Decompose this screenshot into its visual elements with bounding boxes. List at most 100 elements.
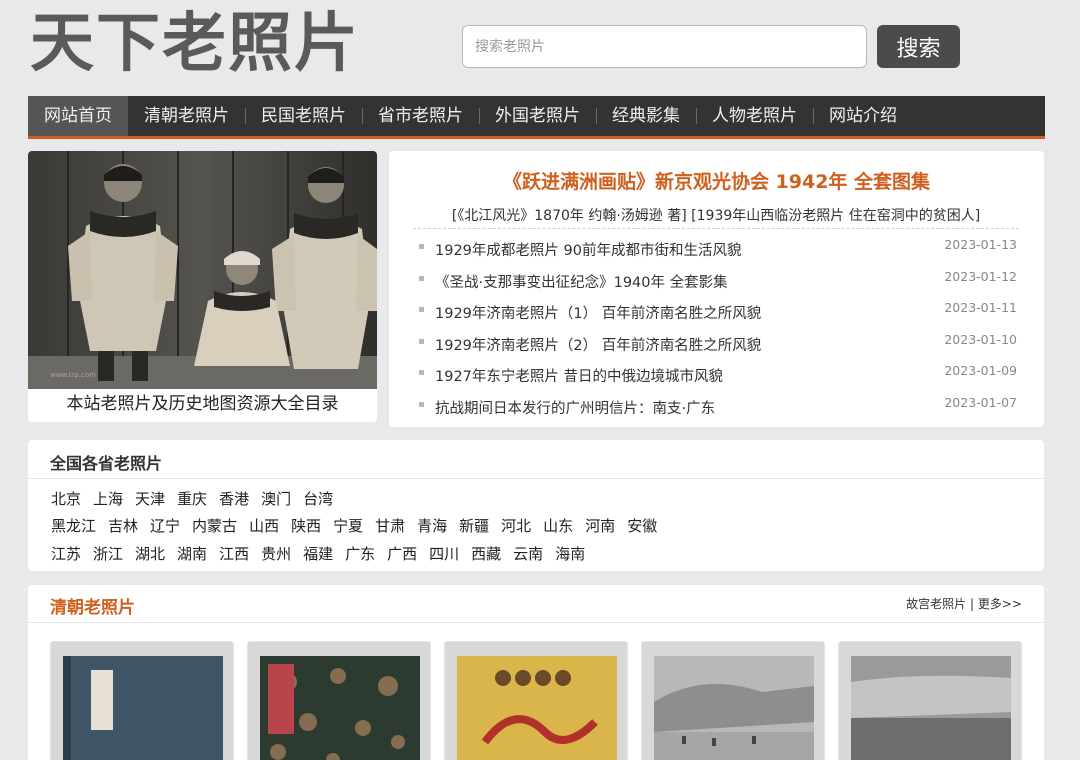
album-cover-image xyxy=(839,642,1021,760)
news-item-date: 2023-01-07 xyxy=(944,394,1017,410)
provinces-panel: 全国各省老照片 北京 上海 天津 重庆 香港 澳门 台湾 黑龙江 吉林 辽宁 内蒙古 山西 陕西 宁夏甘… xyxy=(28,440,1044,571)
news-item-title[interactable]: 1929年成都老照片 90前年成都市街和生活风貌 xyxy=(435,239,741,260)
province-link[interactable]: 海南 xyxy=(555,545,585,563)
album-thumbnail[interactable] xyxy=(838,641,1022,760)
news-item[interactable]: 1927年东宁老照片 昔日的中俄边境城市风貌 2023-01-09 xyxy=(419,361,1019,393)
province-link[interactable]: 山西 xyxy=(249,517,279,535)
province-link[interactable]: 宁夏 xyxy=(333,517,363,535)
province-link[interactable]: 浙江 xyxy=(93,545,123,563)
main-nav: 网站首页 清朝老照片 民国老照片 省市老照片 外国老照片 经典影集 人物老照片 … xyxy=(28,96,1045,139)
featured-photo-card[interactable]: www.lzp.com 本站老照片及历史地图资源大全目录 xyxy=(28,151,377,422)
province-link[interactable]: 福建 xyxy=(303,545,333,563)
news-item-date: 2023-01-13 xyxy=(944,237,1017,252)
news-item-date: 2023-01-10 xyxy=(944,331,1017,347)
bullet-icon xyxy=(419,370,424,376)
nav-item-province[interactable]: 省市老照片 xyxy=(362,96,479,136)
news-item[interactable]: 1929年济南老照片（1） 百年前济南名胜之所风貌 2023-01-11 xyxy=(419,298,1019,330)
news-subline[interactable]: [《北江风光》1870年 约翰·汤姆逊 著] [1939年山西临汾老照片 住在窑… xyxy=(413,205,1019,229)
province-link[interactable]: 广东 xyxy=(345,545,375,563)
nav-item-minguo[interactable]: 民国老照片 xyxy=(245,96,362,136)
province-link[interactable]: 湖北 xyxy=(135,545,165,563)
news-item-title[interactable]: 《圣战·支那事变出征纪念》1940年 全套影集 xyxy=(435,271,728,292)
news-list: 1929年成都老照片 90前年成都市街和生活风貌 2023-01-13 《圣战·… xyxy=(419,235,1019,425)
province-link[interactable]: 香港 xyxy=(219,490,249,508)
nav-item-albums[interactable]: 经典影集 xyxy=(596,96,696,136)
province-link[interactable]: 内蒙古 xyxy=(192,517,237,535)
province-link[interactable]: 北京 xyxy=(51,490,81,508)
bullet-icon xyxy=(419,275,424,281)
nav-item-home[interactable]: 网站首页 xyxy=(28,96,128,136)
province-link[interactable]: 黑龙江 xyxy=(51,517,96,535)
province-link[interactable]: 澳门 xyxy=(261,490,291,508)
bullet-icon xyxy=(419,307,424,313)
news-item-title[interactable]: 1927年东宁老照片 昔日的中俄边境城市风貌 xyxy=(435,365,723,386)
news-item-title[interactable]: 抗战期间日本发行的广州明信片：南支·广东 xyxy=(435,397,715,418)
divider xyxy=(28,622,1044,623)
album-thumbnail[interactable] xyxy=(444,641,628,760)
province-link[interactable]: 湖南 xyxy=(177,545,207,563)
search-input[interactable] xyxy=(462,25,867,68)
news-item[interactable]: 抗战期间日本发行的广州明信片：南支·广东 2023-01-07 xyxy=(419,393,1019,425)
bullet-icon xyxy=(419,401,424,407)
provinces-title: 全国各省老照片 xyxy=(50,454,163,473)
news-item[interactable]: 1929年成都老照片 90前年成都市街和生活风貌 2023-01-13 xyxy=(419,235,1019,267)
album-thumbnail[interactable] xyxy=(247,641,431,760)
album-cover-image xyxy=(51,642,233,760)
province-link[interactable]: 新疆 xyxy=(459,517,489,535)
news-item-date: 2023-01-11 xyxy=(944,300,1017,316)
province-row-3: 江苏 浙江 湖北 湖南 江西 贵州 福建 广东 广西 四川 西藏 云南 海南 xyxy=(51,543,597,564)
qing-section: 清朝老照片 故宫老照片 | 更多>> xyxy=(28,585,1044,760)
gugong-link[interactable]: 故宫老照片 xyxy=(906,597,966,611)
more-link[interactable]: 更多>> xyxy=(978,597,1022,611)
province-link[interactable]: 贵州 xyxy=(261,545,291,563)
bullet-icon xyxy=(419,338,424,344)
news-panel: 《跃进满洲画贴》新京观光协会 1942年 全套图集 [《北江风光》1870年 约… xyxy=(389,151,1044,427)
featured-caption[interactable]: 本站老照片及历史地图资源大全目录 xyxy=(28,389,377,419)
news-item-title[interactable]: 1929年济南老照片（2） 百年前济南名胜之所风貌 xyxy=(435,334,761,355)
province-link[interactable]: 河北 xyxy=(501,517,531,535)
news-item-date: 2023-01-12 xyxy=(944,268,1017,284)
qing-section-links: 故宫老照片 | 更多>> xyxy=(906,595,1022,612)
province-row-2: 黑龙江 吉林 辽宁 内蒙古 山西 陕西 宁夏 甘肃 青海 新疆 河北 山东 河南 安徽 xyxy=(51,515,669,536)
site-logo[interactable]: 天下老照片 xyxy=(30,6,360,82)
province-link[interactable]: 河南 xyxy=(585,517,615,535)
album-thumbnail[interactable] xyxy=(641,641,825,760)
album-cover-image xyxy=(248,642,430,760)
qing-section-title[interactable]: 清朝老照片 xyxy=(50,593,135,618)
province-link[interactable]: 上海 xyxy=(93,490,123,508)
search-button[interactable]: 搜索 xyxy=(877,25,960,68)
province-link[interactable]: 天津 xyxy=(135,490,165,508)
province-link[interactable]: 青海 xyxy=(417,517,447,535)
nav-item-about[interactable]: 网站介绍 xyxy=(813,96,913,136)
province-link[interactable]: 山东 xyxy=(543,517,573,535)
news-headline[interactable]: 《跃进满洲画贴》新京观光协会 1942年 全套图集 xyxy=(389,167,1044,194)
province-row-1: 北京 上海 天津 重庆 香港 澳门 台湾 xyxy=(51,488,345,509)
album-thumbnail[interactable] xyxy=(50,641,234,760)
nav-item-foreign[interactable]: 外国老照片 xyxy=(479,96,596,136)
nav-item-people[interactable]: 人物老照片 xyxy=(696,96,813,136)
news-item-title[interactable]: 1929年济南老照片（1） 百年前济南名胜之所风貌 xyxy=(435,302,761,323)
province-link[interactable]: 台湾 xyxy=(303,490,333,508)
photo-watermark: www.lzp.com xyxy=(50,371,96,379)
divider xyxy=(28,478,1044,479)
province-link[interactable]: 吉林 xyxy=(108,517,138,535)
province-link[interactable]: 江苏 xyxy=(51,545,81,563)
album-cover-image xyxy=(445,642,627,760)
province-link[interactable]: 江西 xyxy=(219,545,249,563)
province-link[interactable]: 西藏 xyxy=(471,545,501,563)
province-link[interactable]: 广西 xyxy=(387,545,417,563)
featured-photo[interactable]: www.lzp.com xyxy=(28,151,377,389)
province-link[interactable]: 陕西 xyxy=(291,517,321,535)
nav-item-qing[interactable]: 清朝老照片 xyxy=(128,96,245,136)
album-cover-image xyxy=(642,642,824,760)
province-link[interactable]: 云南 xyxy=(513,545,543,563)
province-link[interactable]: 重庆 xyxy=(177,490,207,508)
province-link[interactable]: 四川 xyxy=(429,545,459,563)
news-item[interactable]: 1929年济南老照片（2） 百年前济南名胜之所风貌 2023-01-10 xyxy=(419,330,1019,362)
province-link[interactable]: 辽宁 xyxy=(150,517,180,535)
province-link[interactable]: 安徽 xyxy=(627,517,657,535)
news-item[interactable]: 《圣战·支那事变出征纪念》1940年 全套影集 2023-01-12 xyxy=(419,267,1019,299)
news-item-date: 2023-01-09 xyxy=(944,363,1017,379)
link-separator: | xyxy=(970,597,975,611)
province-link[interactable]: 甘肃 xyxy=(375,517,405,535)
